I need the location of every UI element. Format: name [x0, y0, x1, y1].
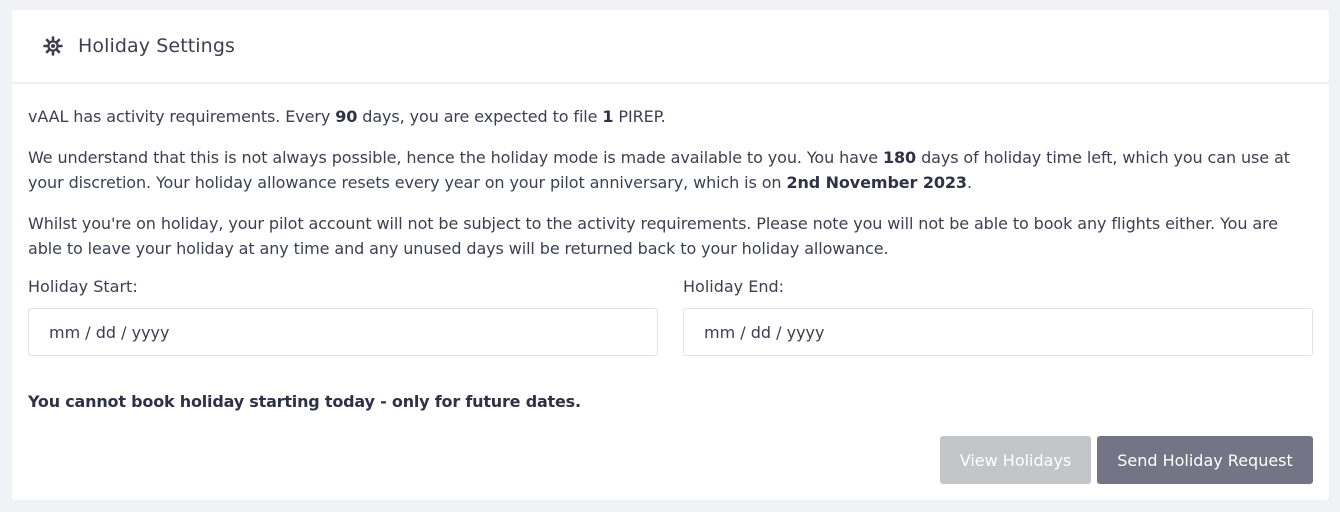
holiday-start-input[interactable]: [28, 308, 658, 356]
holiday-start-label: Holiday Start:: [28, 277, 138, 296]
holiday-start-field: Holiday Start:: [28, 277, 658, 356]
card-body: vAAL has activity requirements. Every 90…: [12, 84, 1329, 411]
view-holidays-button[interactable]: View Holidays: [940, 436, 1091, 484]
holiday-end-field: Holiday End:: [683, 277, 1313, 356]
send-holiday-request-button[interactable]: Send Holiday Request: [1097, 436, 1313, 484]
pilot-anniversary-date: 2nd November 2023: [786, 173, 967, 192]
holiday-allowance-text: We understand that this is not always po…: [28, 148, 1290, 192]
holiday-end-label: Holiday End:: [683, 277, 785, 296]
holiday-info-text: Whilst you're on holiday, your pilot acc…: [28, 214, 1278, 258]
card-title: Holiday Settings: [78, 35, 235, 57]
future-dates-warning: You cannot book holiday starting today -…: [28, 392, 581, 411]
holiday-settings-card: Holiday Settings vAAL has activity requi…: [12, 10, 1329, 500]
gear-icon: [42, 35, 64, 57]
required-pirep-count: 1: [602, 107, 614, 126]
action-buttons: View Holidays Send Holiday Request: [940, 436, 1313, 484]
card-header: Holiday Settings: [12, 10, 1329, 84]
required-days: 90: [335, 107, 358, 126]
activity-requirements-text: vAAL has activity requirements. Every 90…: [28, 107, 666, 126]
holiday-date-fields: Holiday Start: Holiday End:: [28, 277, 1313, 356]
holiday-days-left: 180: [882, 148, 917, 167]
holiday-end-input[interactable]: [683, 308, 1313, 356]
